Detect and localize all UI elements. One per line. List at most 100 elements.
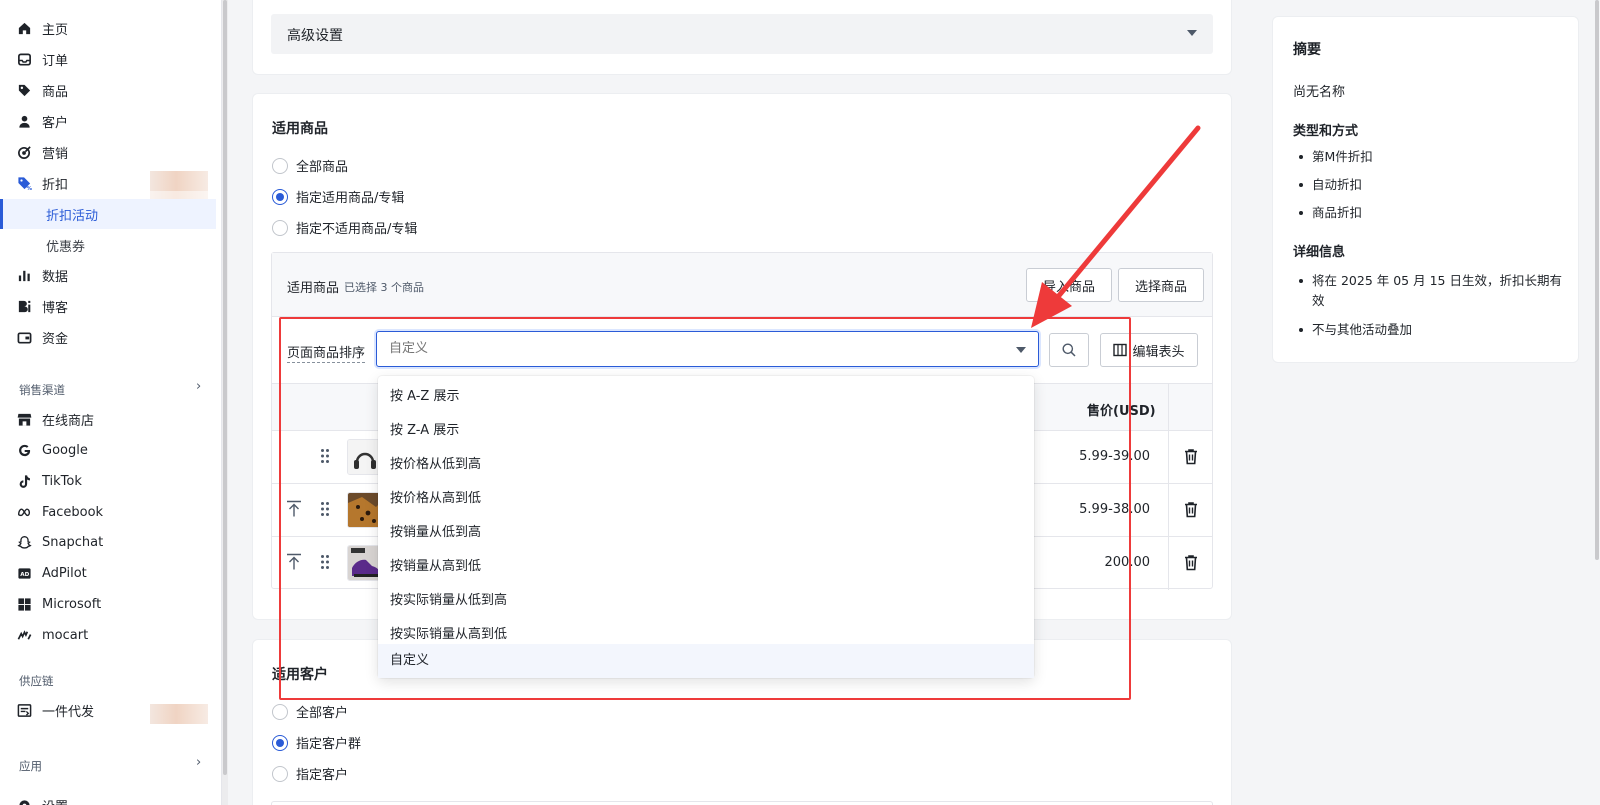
snapchat-icon [17, 535, 32, 550]
sidebar-item-microsoft[interactable]: Microsoft [0, 589, 216, 619]
sort-select[interactable] [376, 331, 1039, 367]
sort-dropdown-menu: 按 A-Z 展示 按 Z-A 展示 按价格从低到高 按价格从高到低 按销量从低到… [378, 376, 1034, 678]
sort-option-z-a[interactable]: 按 Z-A 展示 [378, 414, 1034, 448]
drag-handle-icon[interactable] [320, 501, 330, 517]
radio-circle[interactable] [272, 188, 288, 205]
gear-icon [17, 798, 32, 805]
summary-type-item: 商品折扣 [1299, 203, 1362, 223]
search-icon [1062, 343, 1076, 357]
sidebar-item-customers[interactable]: 客户 [0, 106, 216, 136]
radio-circle[interactable] [272, 734, 288, 751]
summary-name: 尚无名称 [1293, 85, 1346, 100]
selected-count: 已选择 3 个商品 [344, 281, 424, 294]
sort-select-input[interactable] [389, 341, 989, 356]
radio-label: 指定适用商品/专辑 [296, 191, 405, 206]
summary-detail-item: 不与其他活动叠加 [1299, 320, 1569, 340]
radio-circle[interactable] [272, 219, 288, 236]
sidebar-item-label: 设置 [42, 796, 68, 805]
sidebar-item-label: 优惠券 [46, 239, 86, 255]
sidebar-item-orders[interactable]: 订单 [0, 44, 216, 74]
summary-card: 摘要 尚无名称 类型和方式 第M件折扣 自动折扣 商品折扣 详细信息 将在 20… [1272, 16, 1579, 363]
choose-goods-button[interactable]: 选择商品 [1118, 268, 1204, 302]
drag-handle-icon[interactable] [320, 448, 330, 464]
radio-specified-goods[interactable]: 指定适用商品/专辑 [272, 187, 404, 206]
drag-handle-icon[interactable] [320, 554, 330, 570]
sidebar-item-products[interactable]: 商品 [0, 75, 216, 105]
sidebar-item-funds[interactable]: 资金 [0, 322, 216, 352]
columns-icon [1113, 343, 1128, 357]
product-thumbnail [347, 545, 381, 581]
chevron-right-icon[interactable]: › [196, 755, 201, 770]
radio-excluded-goods[interactable]: 指定不适用商品/专辑 [272, 218, 417, 237]
sidebar-item-settings[interactable]: 设置 [0, 790, 216, 805]
wallet-icon [17, 330, 32, 345]
page-scrollbar[interactable] [1594, 0, 1600, 805]
search-button[interactable] [1049, 333, 1089, 367]
summary-type-item: 自动折扣 [1299, 175, 1362, 195]
price-column-header: 售价(USD) [1087, 404, 1156, 419]
applicable-goods-title: 适用商品 [272, 121, 328, 137]
row-price: 5.99-39.00 [1079, 449, 1150, 464]
radio-label: 全部客户 [296, 706, 349, 721]
trash-icon[interactable] [1183, 554, 1199, 571]
radio-specific-customer[interactable]: 指定客户 [272, 764, 348, 783]
sidebar-item-snapchat[interactable]: Snapchat [0, 527, 216, 557]
home-icon [17, 21, 32, 36]
svg-text:AD: AD [20, 572, 29, 578]
summary-title: 摘要 [1293, 42, 1321, 58]
radio-customer-group[interactable]: 指定客户群 [272, 733, 361, 752]
sidebar-item-mocart[interactable]: mocart [0, 620, 216, 650]
advanced-settings-label: 高级设置 [287, 28, 343, 44]
sort-option-sales-asc[interactable]: 按销量从低到高 [378, 516, 1034, 550]
sidebar-item-data[interactable]: 数据 [0, 260, 216, 290]
sidebar-item-online-store[interactable]: 在线商店 [0, 404, 216, 434]
ad-icon: AD [17, 566, 32, 581]
person-icon [17, 114, 32, 129]
sidebar-scrollbar[interactable] [222, 0, 228, 805]
sidebar-item-blog[interactable]: 博客 [0, 291, 216, 321]
goods-table-header: 适用商品 已选择 3 个商品 导入商品 选择商品 [272, 253, 1212, 317]
radio-label: 全部商品 [296, 160, 349, 175]
edit-header-button[interactable]: 编辑表头 [1100, 333, 1198, 367]
sidebar-item-tiktok[interactable]: TikTok [0, 466, 216, 496]
trash-icon[interactable] [1183, 448, 1199, 465]
sort-option-sales-desc[interactable]: 按销量从高到低 [378, 550, 1034, 584]
sort-option-price-desc[interactable]: 按价格从高到低 [378, 482, 1034, 516]
import-goods-button[interactable]: 导入商品 [1026, 268, 1112, 302]
sort-label: 页面商品排序 [287, 342, 366, 363]
sort-option-a-z[interactable]: 按 A-Z 展示 [378, 380, 1034, 414]
radio-circle[interactable] [272, 157, 288, 174]
trash-icon[interactable] [1183, 501, 1199, 518]
sidebar-item-discount-campaigns[interactable]: 折扣活动 [0, 199, 216, 229]
advanced-settings-toggle[interactable]: 高级设置 [271, 14, 1213, 54]
sort-option-price-asc[interactable]: 按价格从低到高 [378, 448, 1034, 482]
sort-row: 页面商品排序 编辑表头 [272, 317, 1212, 383]
caret-down-icon [1016, 347, 1026, 353]
chevron-right-icon[interactable]: › [196, 379, 201, 394]
radio-circle[interactable] [272, 703, 288, 720]
pin-to-top-icon[interactable] [286, 500, 302, 518]
radio-all-customers[interactable]: 全部客户 [272, 702, 348, 721]
sidebar-item-label: 商品 [42, 84, 69, 100]
inbox-icon [17, 52, 32, 67]
sidebar-item-google[interactable]: Google [0, 435, 216, 465]
blurred-badge [150, 704, 208, 724]
sidebar-item-adpilot[interactable]: AD AdPilot [0, 558, 216, 588]
sidebar-item-home[interactable]: 主页 [0, 13, 216, 43]
pin-to-top-icon[interactable] [286, 553, 302, 571]
summary-type-item: 第M件折扣 [1299, 147, 1373, 167]
sort-option-custom[interactable]: 自定义 [378, 644, 1034, 678]
sidebar-item-label: Google [42, 442, 88, 458]
sidebar-item-marketing[interactable]: 营销 [0, 137, 216, 167]
summary-type-title: 类型和方式 [1293, 124, 1359, 139]
microsoft-icon [17, 597, 32, 612]
radio-all-goods[interactable]: 全部商品 [272, 156, 348, 175]
sidebar-item-coupons[interactable]: 优惠券 [0, 230, 216, 260]
sidebar-item-label: AdPilot [42, 565, 87, 581]
sidebar-item-label: 博客 [42, 300, 69, 316]
sidebar-item-facebook[interactable]: Facebook [0, 497, 216, 527]
sort-option-real-sales-asc[interactable]: 按实际销量从低到高 [378, 584, 1034, 618]
radio-label: 指定不适用商品/专辑 [296, 222, 418, 237]
sidebar-item-label: TikTok [42, 473, 82, 489]
radio-circle[interactable] [272, 765, 288, 782]
